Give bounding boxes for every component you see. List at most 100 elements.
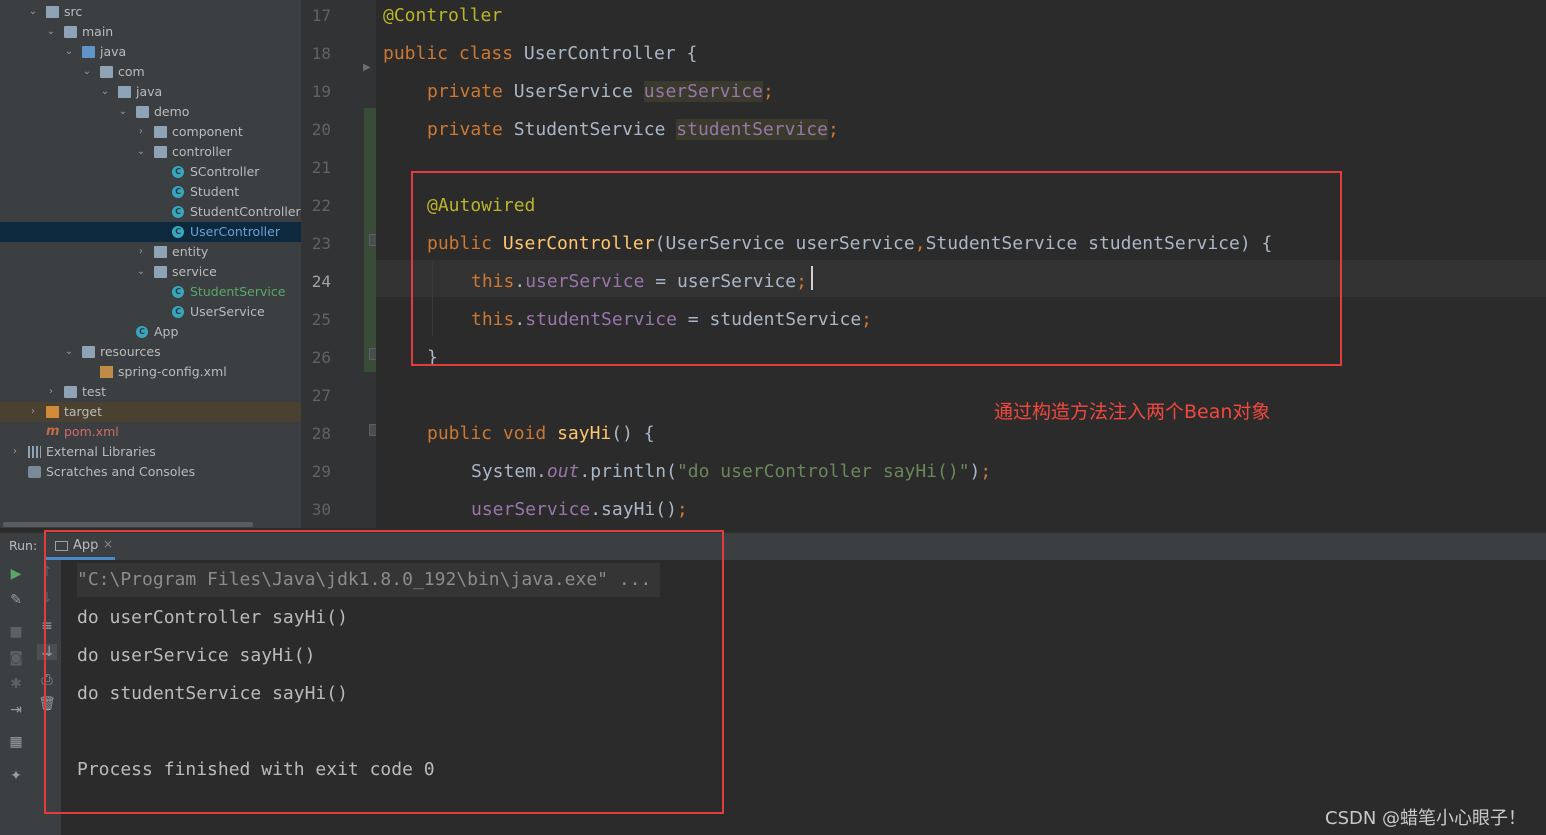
tree-item[interactable]: C UserController [0,222,301,242]
chevron-right-icon[interactable]: › [136,122,146,142]
code-line-17: @Controller [383,4,502,42]
chevron-down-icon[interactable]: ⌄ [136,142,146,162]
line-number: 27 [311,386,331,405]
tree-item[interactable]: C StudentService [0,282,301,302]
chevron-right-icon[interactable]: › [136,242,146,262]
tree-item[interactable]: › test [0,382,301,402]
tree-item-label: StudentController [190,204,301,219]
code-line-29: System.out.println("do userController sa… [471,460,991,498]
debug-icon[interactable]: ✱ [6,676,26,692]
code-line-28: public void sayHi() { [427,422,655,460]
tree-item-label: resources [100,344,161,359]
tree-item[interactable]: › entity [0,242,301,262]
tree-item-label: spring-config.xml [118,364,227,379]
tree-item-label: demo [154,104,190,119]
line-number: 17 [311,6,331,25]
chevron-right-icon[interactable]: › [46,382,56,402]
tree-item[interactable]: ⌄ java [0,42,301,62]
tree-item[interactable]: › component [0,122,301,142]
tree-item[interactable]: m pom.xml [0,422,301,442]
keyword: private [427,81,503,102]
chevron-down-icon[interactable]: ⌄ [136,262,146,282]
tree-item-label: service [172,264,217,279]
chevron-down-icon[interactable]: ⌄ [82,62,92,82]
chevron-down-icon[interactable]: ⌄ [118,102,128,122]
console-highlight-box [44,530,724,814]
java-class-icon: C [136,326,148,338]
paren: ) [969,461,981,482]
chevron-right-icon[interactable]: › [10,442,20,462]
constructor-highlight-box [411,171,1342,366]
tree-item[interactable]: ⌄ main [0,22,301,42]
chevron-down-icon[interactable]: ⌄ [46,22,56,42]
keyword: public [383,43,449,64]
tree-item[interactable]: ⌄ demo [0,102,301,122]
chevron-right-icon[interactable]: › [28,402,38,422]
line-number: 18 [311,44,331,63]
tree-item[interactable]: C App [0,322,301,342]
tree-item[interactable]: ⌄ service [0,262,301,282]
tree-horizontal-scrollbar[interactable] [3,522,253,527]
keyword: class [458,43,514,64]
tree-item-label: Scratches and Consoles [46,464,196,479]
folder-icon [154,146,167,158]
wrench-icon[interactable]: ✎ [6,592,26,608]
tree-item[interactable]: C SController [0,162,301,182]
java-class-icon: C [172,286,184,298]
chevron-down-icon[interactable]: ⌄ [64,42,74,62]
java-class-icon: C [172,206,184,218]
tree-item[interactable]: spring-config.xml [0,362,301,382]
run-icon[interactable]: ▶ [6,566,26,582]
class-name: UserController [523,43,676,64]
tree-item[interactable]: › External Libraries [0,442,301,462]
tree-item[interactable]: Scratches and Consoles [0,462,301,482]
semicolon: ; [827,119,839,140]
run-label: Run: [9,538,38,553]
keyword: private [427,119,503,140]
tree-item[interactable]: C StudentController [0,202,301,222]
tree-item-label: UserController [190,224,280,239]
chevron-down-icon[interactable]: ⌄ [28,2,38,22]
camera-icon[interactable]: ◙ [6,650,26,666]
stop-icon[interactable]: ■ [6,624,26,640]
tree-item-label: UserService [190,304,265,319]
paren-brace: () { [611,423,655,444]
folder-icon [154,266,167,278]
tree-item[interactable]: ⌄ java [0,82,301,102]
exit-icon[interactable]: ⇥ [6,702,26,718]
semicolon: ; [980,461,992,482]
static-field: out [546,461,580,482]
brace: { [686,43,698,64]
tree-item[interactable]: › target [0,402,301,422]
tree-item[interactable]: C UserService [0,302,301,322]
folder-icon [118,86,131,98]
tree-item[interactable]: C Student [0,182,301,202]
tree-item[interactable]: ⌄ src [0,2,301,22]
chevron-down-icon[interactable]: ⌄ [64,342,74,362]
folder-icon [64,386,77,398]
field-name: userService [471,499,591,520]
java-class-icon: C [172,306,184,318]
folder-icon [64,26,77,38]
java-class-icon: C [172,226,184,238]
tree-item[interactable]: ⌄ com [0,62,301,82]
tree-item[interactable]: ⌄ resources [0,342,301,362]
class-name: System [471,461,537,482]
pin-icon[interactable]: ✦ [6,768,26,784]
semicolon: ; [762,81,774,102]
tree-item-label: App [154,324,179,339]
tree-item-label: src [64,4,83,19]
method-call: .sayHi() [590,499,677,520]
gutter-arrow-icon[interactable]: ▶ [363,62,371,73]
line-number: 21 [311,158,331,177]
tree-item[interactable]: ⌄ controller [0,142,301,162]
chevron-down-icon[interactable]: ⌄ [100,82,110,102]
annotation-note: 通过构造方法注入两个Bean对象 [994,401,1271,423]
keyword: public [427,423,493,444]
tree-item-label: controller [172,144,232,159]
keyword: void [502,423,547,444]
folder-icon [154,126,167,138]
code-line-20: private StudentService studentService; [427,118,839,156]
layout-icon[interactable]: ▦ [6,734,26,750]
folder-icon [136,106,149,118]
